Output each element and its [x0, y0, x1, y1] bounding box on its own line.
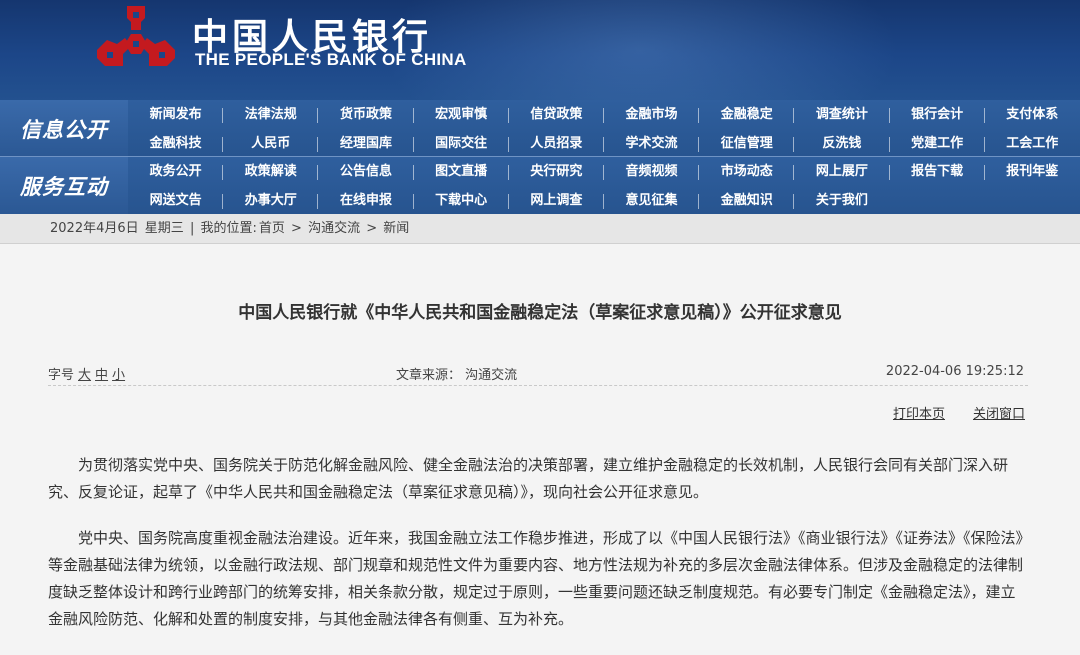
nav-group-info-label: 信息公开	[0, 100, 128, 157]
nav-group-service-label: 服务互动	[0, 157, 128, 214]
nav-item[interactable]: 信贷政策	[509, 101, 605, 129]
breadcrumb-section-link[interactable]: 沟通交流	[308, 221, 360, 236]
nav-item[interactable]: 关于我们	[794, 187, 889, 215]
nav-item[interactable]: 金融稳定	[699, 101, 795, 129]
current-date: 2022年4月6日	[50, 221, 139, 236]
nav-item[interactable]: 支付体系	[985, 101, 1080, 129]
breadcrumb-arrow: >	[291, 221, 302, 236]
nav-item[interactable]: 人民币	[223, 130, 319, 158]
font-small-link[interactable]: 小	[112, 368, 125, 383]
font-medium-link[interactable]: 中	[95, 368, 108, 383]
nav-group-info: 信息公开 新闻发布 法律法规 货币政策 宏观审慎 信贷政策 金融市场 金融稳定 …	[0, 100, 1080, 157]
breadcrumb-current: 新闻	[383, 221, 410, 236]
nav-item[interactable]: 经理国库	[318, 130, 414, 158]
brand-english-name: THE PEOPLE'S BANK OF CHINA	[195, 50, 467, 69]
nav-item[interactable]: 下载中心	[414, 187, 509, 215]
location-label: 我的位置:	[200, 221, 257, 236]
nav-item[interactable]: 图文直播	[414, 158, 509, 186]
article-source: 文章来源： 沟通交流	[396, 368, 518, 383]
nav-item[interactable]: 党建工作	[890, 130, 985, 158]
article: 中国人民银行就《中华人民共和国金融稳定法（草案征求意见稿）》公开征求意见 字号大…	[0, 262, 1080, 655]
nav-item[interactable]: 法律法规	[223, 101, 319, 129]
nav-item[interactable]: 报告下载	[890, 158, 985, 186]
nav-item[interactable]: 新闻发布	[128, 101, 224, 129]
nav-item[interactable]: 在线申报	[318, 187, 414, 215]
breadcrumb: 2022年4月6日 星期三 | 我的位置: 首页 > 沟通交流 > 新闻	[50, 214, 411, 244]
nav-item[interactable]: 银行会计	[890, 101, 985, 129]
nav-row-4: 网送文告 办事大厅 在线申报 下载中心 网上调查 意见征集 金融知识 关于我们	[128, 187, 1080, 215]
nav-item[interactable]: 调查统计	[794, 101, 890, 129]
nav-item[interactable]: 反洗钱	[794, 130, 890, 158]
article-datetime: 2022-04-06 19:25:12	[885, 364, 1024, 379]
nav-item[interactable]: 意见征集	[604, 187, 700, 215]
nav-item[interactable]: 国际交往	[414, 130, 509, 158]
breadcrumb-home-link[interactable]: 首页	[259, 221, 285, 236]
nav-row-3: 政务公开 政策解读 公告信息 图文直播 央行研究 音频视频 市场动态 网上展厅 …	[128, 158, 1080, 186]
article-title: 中国人民银行就《中华人民共和国金融稳定法（草案征求意见稿）》公开征求意见	[238, 303, 842, 323]
font-size-label: 字号	[48, 368, 75, 383]
nav-item[interactable]: 政策解读	[223, 158, 319, 186]
nav-item[interactable]: 网上展厅	[794, 158, 890, 186]
nav-group-service: 服务互动 政务公开 政策解读 公告信息 图文直播 央行研究 音频视频 市场动态 …	[0, 157, 1080, 214]
site-header: 中国人民银行 THE PEOPLE'S BANK OF CHINA	[0, 0, 1080, 100]
article-paragraph: 为贯彻落实党中央、国务院关于防范化解金融风险、健全金融法治的决策部署，建立维护金…	[48, 456, 1009, 501]
nav-item[interactable]: 学术交流	[604, 130, 700, 158]
close-window-link[interactable]: 关闭窗口	[973, 407, 1025, 422]
nav-row-2: 金融科技 人民币 经理国库 国际交往 人员招录 学术交流 征信管理 反洗钱 党建…	[128, 130, 1080, 158]
nav-item[interactable]: 人员招录	[509, 130, 605, 158]
nav-item[interactable]: 央行研究	[509, 158, 605, 186]
nav-item[interactable]: 金融知识	[699, 187, 795, 215]
nav-item[interactable]: 工会工作	[985, 130, 1080, 158]
breadcrumb-arrow: >	[366, 221, 378, 236]
nav-item[interactable]: 宏观审慎	[414, 101, 509, 129]
nav-item[interactable]: 金融科技	[128, 130, 224, 158]
breadcrumb-bar: 2022年4月6日 星期三 | 我的位置: 首页 > 沟通交流 > 新闻	[0, 214, 1080, 244]
nav-item[interactable]: 音频视频	[604, 158, 700, 186]
nav-item[interactable]: 报刊年鉴	[985, 158, 1080, 186]
nav-row-1: 新闻发布 法律法规 货币政策 宏观审慎 信贷政策 金融市场 金融稳定 调查统计 …	[128, 101, 1080, 129]
main-navigation: 信息公开 新闻发布 法律法规 货币政策 宏观审慎 信贷政策 金融市场 金融稳定 …	[0, 100, 1080, 214]
nav-item[interactable]: 网上调查	[509, 187, 605, 215]
font-large-link[interactable]: 大	[78, 368, 91, 383]
article-meta: 字号大中小 文章来源： 沟通交流 2022-04-06 19:25:12	[48, 362, 1028, 386]
article-paragraph: 党中央、国务院高度重视金融法治建设。近年来，我国金融立法工作稳步推进，形成了以《…	[48, 529, 1024, 628]
nav-item[interactable]: 政务公开	[128, 158, 224, 186]
print-page-link[interactable]: 打印本页	[893, 407, 945, 422]
breadcrumb-separator: |	[189, 221, 195, 236]
article-tools: 打印本页 关闭窗口	[865, 403, 1025, 422]
pboc-logo-icon[interactable]	[95, 4, 177, 78]
nav-item[interactable]: 货币政策	[318, 101, 414, 129]
nav-item[interactable]: 征信管理	[699, 130, 795, 158]
nav-item[interactable]: 办事大厅	[223, 187, 319, 215]
nav-item[interactable]: 市场动态	[699, 158, 795, 186]
nav-item[interactable]: 金融市场	[604, 101, 700, 129]
font-size-controls: 字号大中小	[48, 364, 125, 383]
nav-item[interactable]: 网送文告	[128, 187, 224, 215]
nav-item[interactable]: 公告信息	[318, 158, 414, 186]
current-weekday: 星期三	[144, 221, 184, 236]
